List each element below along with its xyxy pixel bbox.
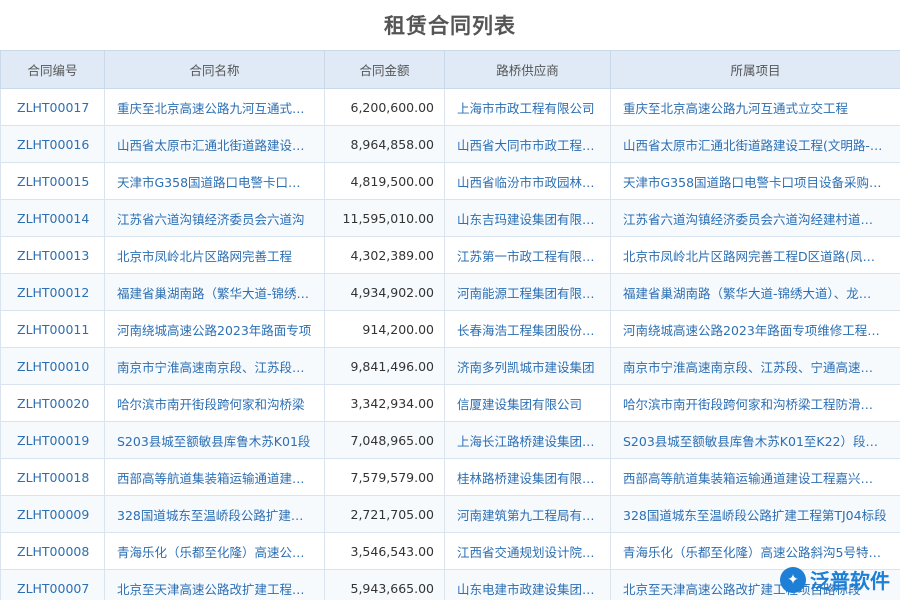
contract-amount-cell: 914,200.00 — [325, 311, 445, 348]
table-row[interactable]: ZLHT00011河南绕城高速公路2023年路面专项914,200.00长春海浩… — [1, 311, 900, 348]
contract-amount-cell: 3,546,543.00 — [325, 533, 445, 570]
supplier-cell[interactable]: 山西省临汾市市政园林建设公司 — [445, 163, 611, 200]
contract-name-cell[interactable]: 西部高等航道集装箱运输通道建设工程 — [105, 459, 325, 496]
header-project[interactable]: 所属项目 — [611, 51, 900, 89]
supplier-cell[interactable]: 上海市市政工程有限公司 — [445, 89, 611, 126]
project-cell[interactable]: 哈尔滨市南开街段跨何家和沟桥梁工程防滑… — [611, 385, 900, 422]
project-cell[interactable]: 河南绕城高速公路2023年路面专项维修工程… — [611, 311, 900, 348]
contract-amount-cell: 4,819,500.00 — [325, 163, 445, 200]
table-row[interactable]: ZLHT00013北京市凤岭北片区路网完善工程4,302,389.00江苏第一市… — [1, 237, 900, 274]
page-title: 租赁合同列表 — [384, 10, 516, 40]
contract-name-cell[interactable]: 福建省巢湖南路（繁华大道-锦绣大道） — [105, 274, 325, 311]
table-header-row: 合同编号 合同名称 合同金额 路桥供应商 所属项目 — [1, 51, 900, 89]
contract-amount-cell: 4,302,389.00 — [325, 237, 445, 274]
supplier-cell[interactable]: 江西省交通规划设计院有限公司 — [445, 533, 611, 570]
supplier-cell[interactable]: 信厦建设集团有限公司 — [445, 385, 611, 422]
table-row[interactable]: ZLHT00012福建省巢湖南路（繁华大道-锦绣大道）4,934,902.00河… — [1, 274, 900, 311]
contract-name-cell[interactable]: S203县城至额敏县库鲁木苏K01段 — [105, 422, 325, 459]
table-row[interactable]: ZLHT00019S203县城至额敏县库鲁木苏K01段7,048,965.00上… — [1, 422, 900, 459]
contract-amount-cell: 8,964,858.00 — [325, 126, 445, 163]
supplier-cell[interactable]: 江苏第一市政工程有限公司 — [445, 237, 611, 274]
watermark: ✦ 泛普软件 — [780, 565, 890, 594]
contract-amount-cell: 9,841,496.00 — [325, 348, 445, 385]
supplier-cell[interactable]: 长春海浩工程集团股份有限公司 — [445, 311, 611, 348]
table-row[interactable]: ZLHT00008青海乐化（乐都至化隆）高速公路工程3,546,543.00江西… — [1, 533, 900, 570]
project-cell[interactable]: 西部高等航道集装箱运输通道建设工程嘉兴… — [611, 459, 900, 496]
table-row[interactable]: ZLHT00017重庆至北京高速公路九河互通式立交工程6,200,600.00上… — [1, 89, 900, 126]
title-bar: 租赁合同列表 — [0, 0, 900, 50]
contract-code-cell[interactable]: ZLHT00018 — [1, 459, 105, 496]
contract-name-cell[interactable]: 山西省太原市汇通北街道路建设工程 — [105, 126, 325, 163]
contract-name-cell[interactable]: 河南绕城高速公路2023年路面专项 — [105, 311, 325, 348]
contract-code-cell[interactable]: ZLHT00015 — [1, 163, 105, 200]
contract-code-cell[interactable]: ZLHT00013 — [1, 237, 105, 274]
contract-code-cell[interactable]: ZLHT00010 — [1, 348, 105, 385]
project-cell[interactable]: 天津市G358国道路口电警卡口项目设备采购… — [611, 163, 900, 200]
contract-code-cell[interactable]: ZLHT00020 — [1, 385, 105, 422]
contract-code-cell[interactable]: ZLHT00011 — [1, 311, 105, 348]
header-contract-amount[interactable]: 合同金额 — [325, 51, 445, 89]
project-cell[interactable]: 南京市宁淮高速南京段、江苏段、宁通高速… — [611, 348, 900, 385]
table-row[interactable]: ZLHT00018西部高等航道集装箱运输通道建设工程7,579,579.00桂林… — [1, 459, 900, 496]
contract-code-cell[interactable]: ZLHT00019 — [1, 422, 105, 459]
contract-amount-cell: 3,342,934.00 — [325, 385, 445, 422]
contract-code-cell[interactable]: ZLHT00007 — [1, 570, 105, 600]
contract-name-cell[interactable]: 北京市凤岭北片区路网完善工程 — [105, 237, 325, 274]
contract-name-cell[interactable]: 天津市G358国道路口电警卡口项目 — [105, 163, 325, 200]
table-row[interactable]: ZLHT00020哈尔滨市南开街段跨何家和沟桥梁3,342,934.00信厦建设… — [1, 385, 900, 422]
project-cell[interactable]: 山西省太原市汇通北街道路建设工程(文明路-… — [611, 126, 900, 163]
contract-code-cell[interactable]: ZLHT00017 — [1, 89, 105, 126]
table-row[interactable]: ZLHT00015天津市G358国道路口电警卡口项目4,819,500.00山西… — [1, 163, 900, 200]
contract-amount-cell: 5,943,665.00 — [325, 570, 445, 600]
header-contract-code[interactable]: 合同编号 — [1, 51, 105, 89]
contract-name-cell[interactable]: 青海乐化（乐都至化隆）高速公路工程 — [105, 533, 325, 570]
supplier-cell[interactable]: 河南能源工程集团有限公司 — [445, 274, 611, 311]
contract-amount-cell: 4,934,902.00 — [325, 274, 445, 311]
table-row[interactable]: ZLHT00009328国道城东至温峤段公路扩建工程2,721,705.00河南… — [1, 496, 900, 533]
contract-table: 合同编号 合同名称 合同金额 路桥供应商 所属项目 ZLHT00017重庆至北京… — [0, 50, 900, 600]
supplier-cell[interactable]: 上海长江路桥建设集团有限公司 — [445, 422, 611, 459]
supplier-cell[interactable]: 山东吉玛建设集团有限公司 — [445, 200, 611, 237]
project-cell[interactable]: 福建省巢湖南路（繁华大道-锦绣大道）、龙… — [611, 274, 900, 311]
header-supplier[interactable]: 路桥供应商 — [445, 51, 611, 89]
table-row[interactable]: ZLHT00007北京至天津高速公路改扩建工程项目5,943,665.00山东电… — [1, 570, 900, 600]
project-cell[interactable]: 青海乐化（乐都至化隆）高速公路斜沟5号特… — [611, 533, 900, 570]
contract-code-cell[interactable]: ZLHT00012 — [1, 274, 105, 311]
supplier-cell[interactable]: 山西省大同市市政工程有限公司 — [445, 126, 611, 163]
project-cell[interactable]: S203县城至额敏县库鲁木苏K01至K22）段桥… — [611, 422, 900, 459]
project-cell[interactable]: 北京市凤岭北片区路网完善工程D区道路(凤… — [611, 237, 900, 274]
contract-name-cell[interactable]: 哈尔滨市南开街段跨何家和沟桥梁 — [105, 385, 325, 422]
contract-name-cell[interactable]: 328国道城东至温峤段公路扩建工程 — [105, 496, 325, 533]
contract-amount-cell: 6,200,600.00 — [325, 89, 445, 126]
contract-amount-cell: 7,048,965.00 — [325, 422, 445, 459]
contract-code-cell[interactable]: ZLHT00014 — [1, 200, 105, 237]
contract-name-cell[interactable]: 江苏省六道沟镇经济委员会六道沟 — [105, 200, 325, 237]
project-cell[interactable]: 江苏省六道沟镇经济委员会六道沟经建村道… — [611, 200, 900, 237]
contract-code-cell[interactable]: ZLHT00009 — [1, 496, 105, 533]
table-row[interactable]: ZLHT00016山西省太原市汇通北街道路建设工程8,964,858.00山西省… — [1, 126, 900, 163]
contract-code-cell[interactable]: ZLHT00008 — [1, 533, 105, 570]
table-row[interactable]: ZLHT00014江苏省六道沟镇经济委员会六道沟11,595,010.00山东吉… — [1, 200, 900, 237]
supplier-cell[interactable]: 桂林路桥建设集团有限公司 — [445, 459, 611, 496]
logo-icon: ✦ — [780, 567, 806, 593]
table-row[interactable]: ZLHT00010南京市宁淮高速南京段、江苏段工程9,841,496.00济南多… — [1, 348, 900, 385]
supplier-cell[interactable]: 济南多列凯城市建设集团 — [445, 348, 611, 385]
contract-code-cell[interactable]: ZLHT00016 — [1, 126, 105, 163]
supplier-cell[interactable]: 山东电建市政建设集团有限公司 — [445, 570, 611, 600]
watermark-text: 泛普软件 — [810, 565, 890, 594]
header-contract-name[interactable]: 合同名称 — [105, 51, 325, 89]
contract-name-cell[interactable]: 北京至天津高速公路改扩建工程项目 — [105, 570, 325, 600]
contract-amount-cell: 11,595,010.00 — [325, 200, 445, 237]
contract-amount-cell: 7,579,579.00 — [325, 459, 445, 496]
project-cell[interactable]: 328国道城东至温峤段公路扩建工程第TJ04标段 — [611, 496, 900, 533]
contract-amount-cell: 2,721,705.00 — [325, 496, 445, 533]
supplier-cell[interactable]: 河南建筑第九工程局有限公司 — [445, 496, 611, 533]
contract-name-cell[interactable]: 南京市宁淮高速南京段、江苏段工程 — [105, 348, 325, 385]
contract-name-cell[interactable]: 重庆至北京高速公路九河互通式立交工程 — [105, 89, 325, 126]
project-cell[interactable]: 重庆至北京高速公路九河互通式立交工程 — [611, 89, 900, 126]
